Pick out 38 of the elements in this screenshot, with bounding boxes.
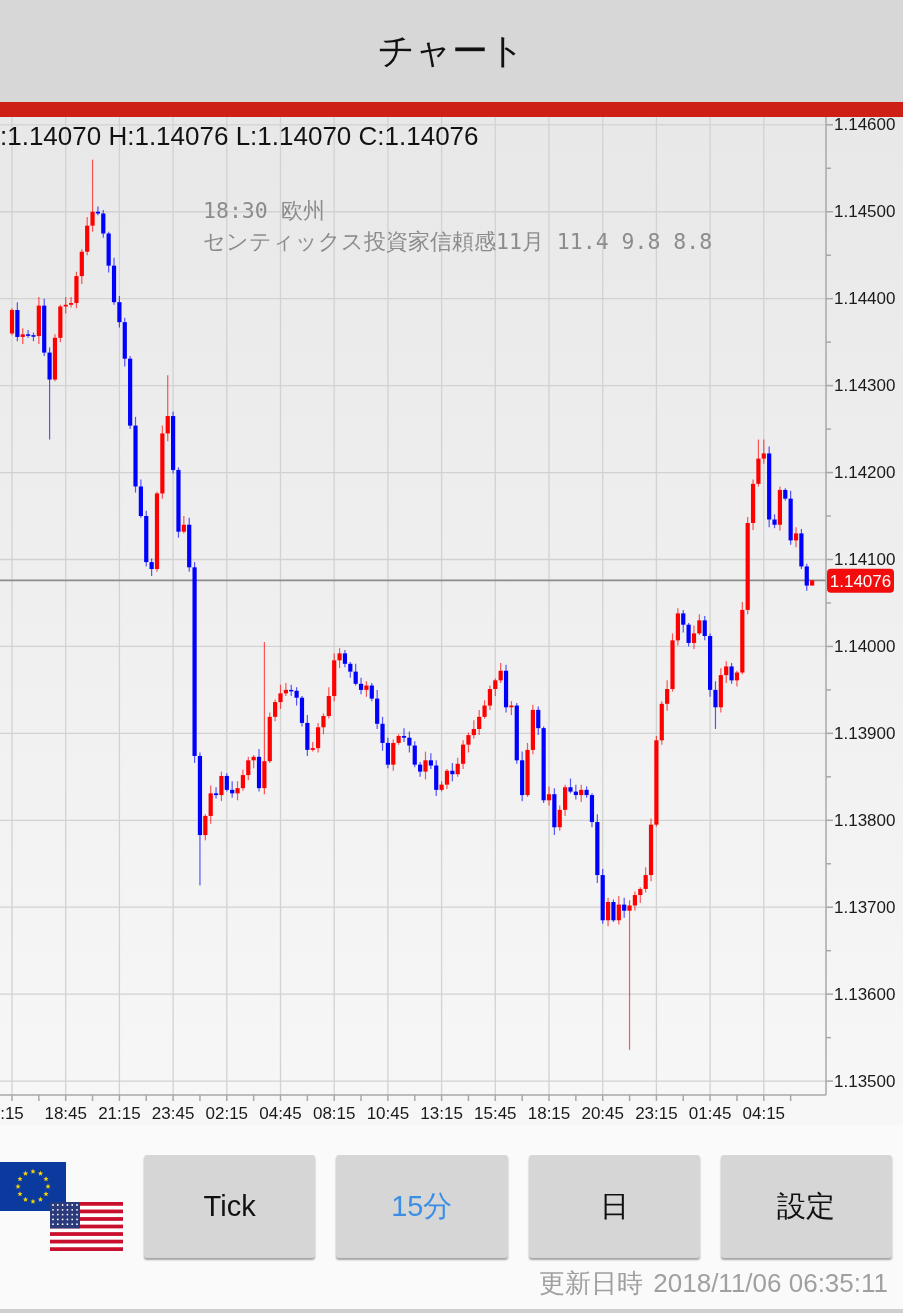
price-axis-label: 1.13600: [834, 984, 896, 1004]
time-axis-label: 04:45: [259, 1104, 302, 1123]
time-axis-label: 15:45: [474, 1104, 517, 1123]
price-axis-label: 1.14500: [834, 202, 896, 222]
update-time-value: 2018/11/06 06:35:11: [653, 1267, 888, 1299]
flag-pair-icon[interactable]: [0, 1162, 123, 1251]
screen-title: チャート: [378, 29, 525, 73]
ohlc-readout: :1.14070 H:1.14076 L:1.14070 C:1.14076: [0, 121, 479, 151]
time-axis-label: 08:15: [312, 1104, 356, 1123]
event-description: センティックス投資家信頼感11月 11.4 9.8 8.8: [203, 229, 713, 254]
price-axis-label: 1.14600: [834, 117, 896, 135]
price-axis-label: 1.14300: [834, 376, 896, 396]
time-axis-label: :15: [0, 1104, 24, 1123]
event-time-label: 18:30 欧州: [203, 198, 325, 223]
time-axis-label: 20:45: [581, 1104, 624, 1123]
time-axis-label: 04:15: [742, 1104, 786, 1123]
price-axis-label: 1.13800: [834, 810, 896, 830]
price-axis-label: 1.14000: [834, 636, 896, 656]
timeframe-button[interactable]: 日: [528, 1155, 700, 1258]
time-axis-label: 02:15: [205, 1104, 249, 1123]
time-axis-label: 01:45: [688, 1104, 732, 1123]
price-axis-label: 1.14400: [834, 289, 896, 309]
settings-button[interactable]: 設定: [720, 1155, 892, 1258]
time-axis-label: 21:15: [98, 1104, 141, 1123]
price-axis-label: 1.13900: [834, 723, 896, 743]
price-axis-label: 1.14200: [834, 463, 896, 483]
time-axis-label: 13:15: [420, 1104, 463, 1123]
price-axis-label: 1.13500: [834, 1071, 896, 1091]
price-axis-label: 1.14100: [834, 550, 896, 569]
time-axis-label: 10:45: [366, 1104, 410, 1123]
current-price-tag: 1.14076: [827, 568, 894, 593]
time-axis-label: 18:15: [527, 1104, 571, 1123]
time-axis-label: 23:45: [151, 1104, 195, 1123]
update-time-label: 更新日時: [539, 1267, 644, 1299]
price-axis-label: 1.13700: [834, 897, 896, 917]
time-axis-label: 23:15: [635, 1104, 678, 1123]
timeframe-button[interactable]: Tick: [144, 1155, 316, 1258]
time-axis-label: 18:45: [44, 1104, 87, 1123]
